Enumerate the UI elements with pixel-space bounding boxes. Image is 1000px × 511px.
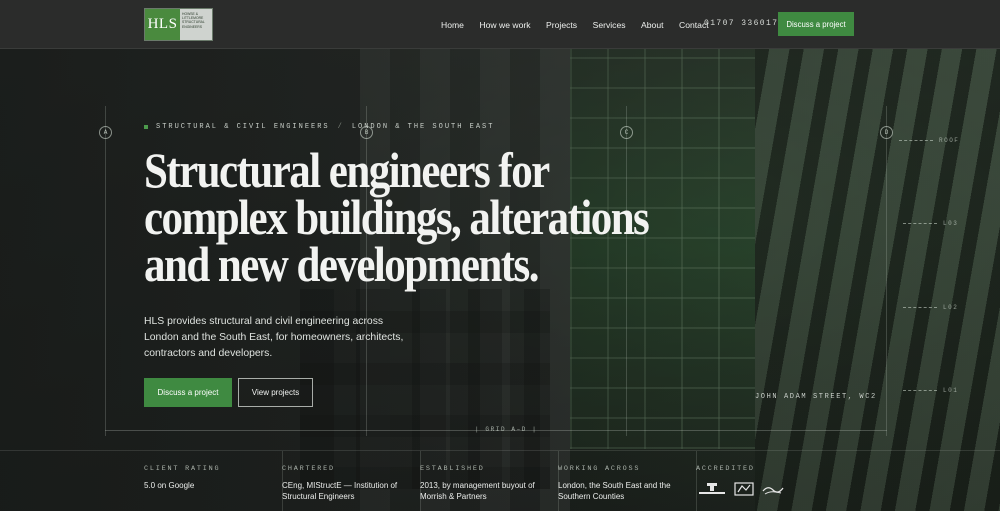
nav-link-projects[interactable]: Projects [546,20,577,30]
stat-label-established: ESTABLISHED [420,465,485,473]
stats-divider [696,451,697,511]
stat-value-established: 2013, by management buyout of Morrish & … [420,481,535,501]
accreditation-logos [698,482,792,496]
nav-link-home[interactable]: Home [441,20,464,30]
grid-marker-d: D [880,126,893,139]
photo-location-caption: JOHN ADAM STREET, WC2 [755,393,877,401]
phone-number[interactable]: 01707 336017 [704,19,778,28]
nav-links: Home How we work Projects Services About… [441,0,724,49]
nav-link-services[interactable]: Services [593,20,626,30]
grid-line-d [886,106,887,436]
hero-section: A B C D ROOF L03 L02 L01 | GRID A–D | ST… [0,49,1000,511]
level-l02: L02 [903,304,958,311]
stat-label-rating: CLIENT RATING [144,465,221,473]
nav-link-how-we-work[interactable]: How we work [479,20,530,30]
view-projects-button[interactable]: View projects [238,378,313,407]
hls-logo[interactable]: HLS Howse & Littlemore Structural Engine… [144,8,213,41]
chas-logo-icon [762,482,784,496]
hero-lede: HLS provides structural and civil engine… [144,316,404,359]
stats-bar: CLIENT RATING 5.0 on Google CHARTERED CE… [0,450,1000,511]
green-square-icon [144,125,148,129]
stat-label-accredited: ACCREDITED [696,465,755,473]
level-l03: L03 [903,220,958,227]
logo-mark: HLS [145,9,180,40]
grid-line-c [626,106,627,436]
hero-headline: Structural engineers for complex buildin… [144,142,650,292]
logo-wordmark: Howse & Littlemore Structural Engineers [180,9,212,40]
grid-label: | GRID A–D | [475,426,538,433]
grid-line-a [105,106,106,436]
stat-value-chartered: CEng, MIStructE — Institution of Structu… [282,481,398,501]
stat-value-rating: 5.0 on Google [144,481,195,490]
stat-label-chartered: CHARTERED [282,465,335,473]
discuss-project-button[interactable]: Discuss a project [144,378,232,407]
constructionline-logo-icon [698,482,726,496]
association-logo-icon [734,482,754,496]
nav-link-about[interactable]: About [641,20,663,30]
grid-marker-a: A [99,126,112,139]
hero-eyebrow: STRUCTURAL & CIVIL ENGINEERS / LONDON & … [144,123,494,131]
grid-marker-c: C [620,126,633,139]
stat-value-working-across: London, the South East and the Southern … [558,481,671,501]
nav-discuss-project-button[interactable]: Discuss a project [778,12,854,36]
level-l01: L01 [903,387,958,394]
top-navigation: HLS Howse & Littlemore Structural Engine… [0,0,1000,49]
stat-label-working-across: WORKING ACROSS [558,465,641,473]
level-roof: ROOF [899,137,959,144]
